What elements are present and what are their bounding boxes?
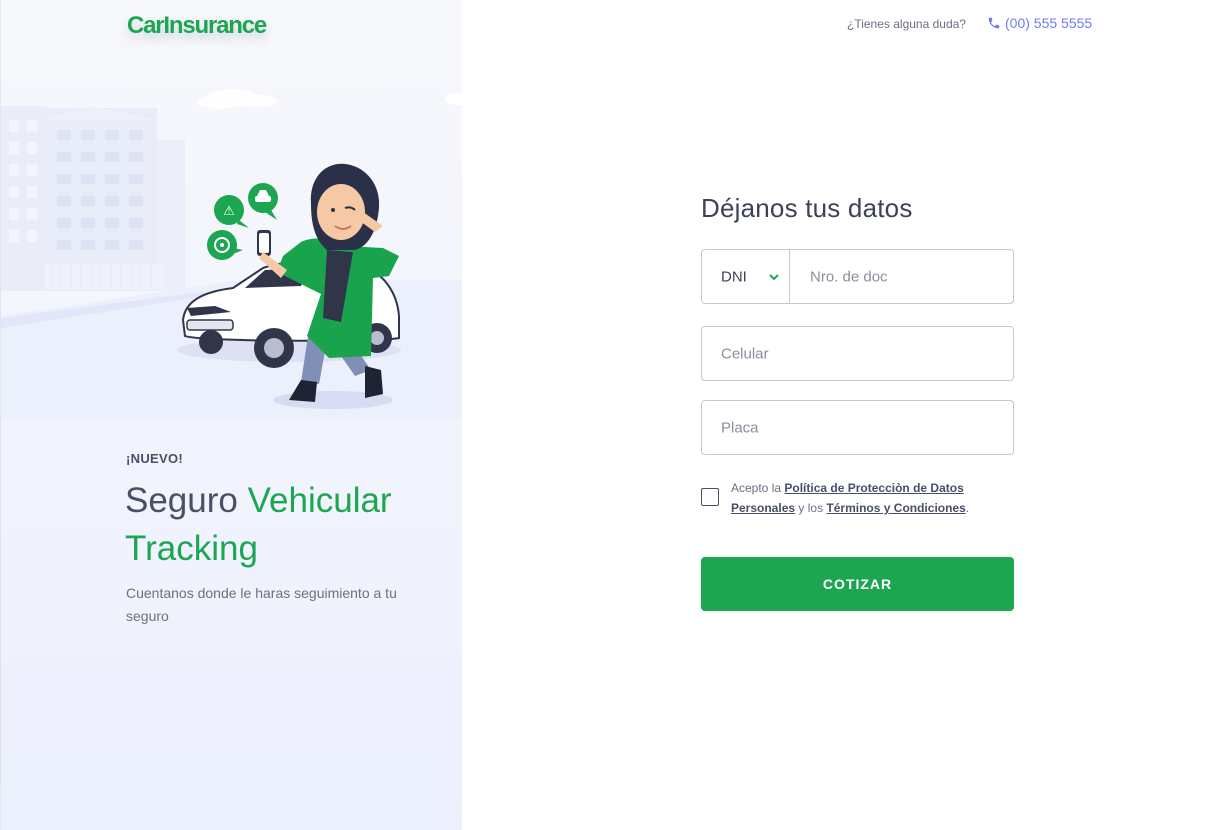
help-text: ¿Tienes alguna duda? bbox=[847, 17, 966, 31]
doc-type-value: DNI bbox=[721, 268, 747, 285]
phone-icon bbox=[987, 16, 1001, 30]
phone-field[interactable]: Celular bbox=[701, 326, 1014, 381]
terms-conditions-link[interactable]: Términos y Condiciones bbox=[826, 501, 965, 515]
terms-consent: Acepto la Política de Protecciòn de Dato… bbox=[701, 478, 1014, 522]
terms-text: Acepto la Política de Protecciòn de Dato… bbox=[731, 478, 971, 518]
terms-suffix: . bbox=[965, 501, 970, 515]
hero-title-accent-1: Vehicular bbox=[247, 481, 392, 520]
hero-illustration: ⚠ bbox=[1, 89, 462, 420]
steering-bubble-icon bbox=[207, 230, 243, 260]
phone-number[interactable]: (00) 555 5555 bbox=[1005, 15, 1092, 31]
new-badge: ¡NUEVO! bbox=[126, 451, 183, 466]
alert-bubble-icon: ⚠ bbox=[214, 195, 249, 228]
car-bubble-icon bbox=[248, 183, 278, 220]
hero-panel: CarInsurance ⚠ ¡NUEVO! Seguro Vehicular … bbox=[0, 0, 462, 830]
hero-title-main: Seguro bbox=[125, 481, 238, 520]
phone-input[interactable]: Celular bbox=[721, 345, 769, 362]
phone-link[interactable]: (00) 555 5555 bbox=[987, 15, 1092, 31]
hero-title: Seguro Vehicular Tracking bbox=[125, 477, 425, 573]
document-field: DNI Nro. de doc bbox=[701, 249, 1014, 304]
form-title: Déjanos tus datos bbox=[701, 193, 913, 223]
hero-subtitle: Cuentanos donde le haras seguimiento a t… bbox=[126, 585, 397, 624]
plate-input[interactable]: Placa bbox=[721, 419, 759, 436]
hero-title-accent-2: Tracking bbox=[125, 529, 258, 568]
doc-number-input[interactable]: Nro. de doc bbox=[810, 268, 888, 285]
brand-logo[interactable]: CarInsurance bbox=[127, 12, 267, 40]
doc-type-select[interactable]: DNI bbox=[702, 250, 790, 303]
terms-prefix: Acepto la bbox=[731, 481, 782, 495]
svg-text:⚠: ⚠ bbox=[223, 204, 235, 219]
quote-button[interactable]: COTIZAR bbox=[701, 557, 1014, 611]
terms-checkbox[interactable] bbox=[701, 488, 719, 506]
chevron-down-icon bbox=[769, 274, 779, 281]
plate-field[interactable]: Placa bbox=[701, 400, 1014, 455]
terms-mid: y los bbox=[798, 501, 824, 515]
